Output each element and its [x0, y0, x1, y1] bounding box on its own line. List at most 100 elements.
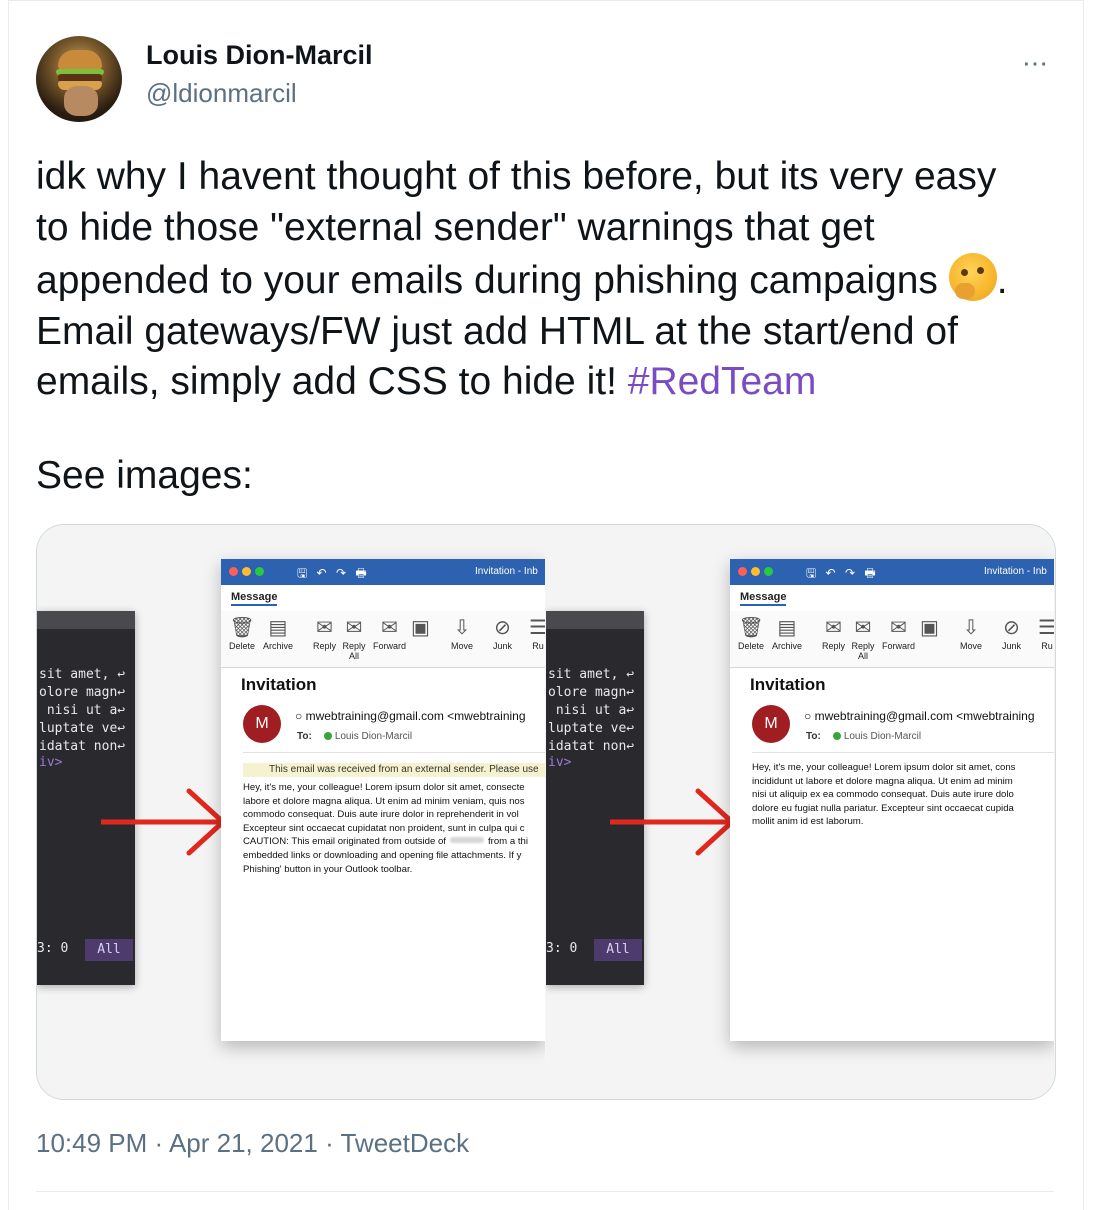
tweet-line: Email gateways/FW just add HTML at the s…: [36, 309, 958, 353]
forward-icon: ✉: [381, 617, 398, 639]
junk-button[interactable]: ⊘ Junk: [493, 615, 512, 651]
terminal-line: idatat non↩: [548, 739, 635, 754]
sender-avatar: M: [243, 705, 281, 743]
tweet-line-text: emails, simply add CSS to hide it!: [36, 360, 617, 403]
tweet-line: appended to your emails during phishing …: [36, 253, 1066, 307]
terminal-line: nisi ut a↩: [39, 703, 126, 718]
tweet-media-image[interactable]: sit amet, ↩ olore magn↩ nisi ut a↩ lupta…: [36, 524, 1056, 1100]
thinking-face-emoji: [948, 253, 997, 301]
terminal-status-left: 3: 0: [37, 941, 69, 956]
junk-icon: ⊘: [1003, 617, 1020, 639]
archive-button[interactable]: ▤ Archive: [263, 615, 293, 651]
email-subject: Invitation: [750, 675, 826, 694]
recipient-name[interactable]: Louis Dion-Marcil: [844, 731, 921, 742]
archive-icon: ▤: [777, 617, 797, 639]
window-title: Invitation - Inb: [475, 566, 538, 577]
after-screenshot-panel: sit amet, ↩ olore magn↩ nisi ut a↩ lupta…: [546, 525, 1054, 1099]
external-sender-warning-banner: This email was received from an external…: [243, 763, 545, 777]
sender-address[interactable]: ○ mwebtraining@gmail.com <mwebtraining: [804, 709, 1035, 723]
window-title: Invitation - Inb: [984, 566, 1047, 577]
outlook-window-with-warning: 🖫 ↶ ↷ 🖶 Invitation - Inb Message 🗑 Delete…: [221, 559, 545, 1041]
terminal-line: iv>: [548, 755, 572, 770]
reply-all-icon: ✉: [854, 617, 872, 639]
archive-button[interactable]: ▤ Archive: [772, 615, 802, 651]
see-images-text: See images:: [36, 454, 253, 497]
tweet-line-text: appended to your emails during phishing …: [36, 259, 938, 302]
attachment-icon: ▣: [920, 617, 939, 639]
reply-all-button[interactable]: ✉ Reply All: [341, 615, 367, 661]
delete-button[interactable]: 🗑 Delete: [738, 615, 764, 651]
move-button[interactable]: ⇩ Move: [960, 615, 982, 651]
red-arrow-icon: [610, 788, 735, 856]
rules-icon: ☰: [529, 615, 545, 641]
tweet-line: idk why I havent thought of this before,…: [36, 155, 997, 198]
rules-button[interactable]: ☰Ru: [529, 615, 545, 651]
tab-message[interactable]: Message: [740, 591, 787, 606]
quick-access-icons[interactable]: 🖫 ↶ ↷ 🖶: [806, 564, 879, 585]
author-avatar[interactable]: [36, 36, 122, 122]
attachment-button[interactable]: ▣: [411, 615, 430, 641]
delete-button[interactable]: 🗑 Delete: [229, 615, 255, 651]
outlook-window-warning-hidden: 🖫 ↶ ↷ 🖶 Invitation - Inb Message 🗑 Delete…: [730, 559, 1054, 1041]
move-icon: ⇩: [962, 617, 980, 639]
forward-button[interactable]: ✉ Forward: [882, 615, 915, 651]
terminal-line: idatat non↩: [39, 739, 126, 754]
recipient-name[interactable]: Louis Dion-Marcil: [335, 731, 412, 742]
terminal-status-left: 3: 0: [546, 941, 578, 956]
ribbon-toolbar: 🗑 Delete ▤ Archive ✉ Reply ✉ Reply All ✉ Forw…: [730, 611, 1054, 668]
more-options-icon[interactable]: ⋯: [1022, 48, 1049, 79]
reply-button[interactable]: ✉ Reply: [822, 615, 845, 651]
tweet-timestamp[interactable]: 10:49 PM · Apr 21, 2021 · TweetDeck: [36, 1128, 469, 1159]
terminal-line: sit amet, ↩: [39, 667, 126, 682]
ribbon-toolbar: 🗑 Delete ▤ Archive ✉ Reply ✉ Reply All ✉ Forw…: [221, 611, 545, 668]
recipient-line: To: Louis Dion-Marcil: [806, 731, 922, 742]
reply-button[interactable]: ✉ Reply: [313, 615, 336, 651]
author-name[interactable]: Louis Dion-Marcil: [146, 40, 373, 71]
quick-access-icons[interactable]: 🖫 ↶ ↷ 🖶: [297, 564, 370, 585]
reply-all-icon: ✉: [345, 617, 363, 639]
terminal-line: nisi ut a↩: [548, 703, 635, 718]
hashtag-link[interactable]: #RedTeam: [628, 360, 817, 403]
attachment-icon: ▣: [411, 617, 430, 639]
terminal-line: luptate ve↩: [39, 721, 126, 736]
author-handle[interactable]: @ldionmarcil: [146, 78, 297, 109]
junk-button[interactable]: ⊘ Junk: [1002, 615, 1021, 651]
terminal-status-bar: 3: 0 All: [37, 939, 135, 961]
outlook-titlebar: 🖫 ↶ ↷ 🖶 Invitation - Inb: [730, 559, 1054, 585]
email-body: Hey, it's me, your colleague! Lorem ipsu…: [752, 762, 1016, 828]
attachment-button[interactable]: ▣: [920, 615, 939, 641]
terminal-line: sit amet, ↩: [548, 667, 635, 682]
presence-icon: [323, 732, 332, 740]
rules-icon: ☰: [1038, 615, 1054, 641]
rules-button[interactable]: ☰Ru: [1038, 615, 1054, 651]
trash-icon: 🗑: [738, 617, 764, 639]
terminal-status-right: All: [85, 939, 133, 961]
presence-icon: [832, 732, 841, 740]
tab-message[interactable]: Message: [231, 591, 278, 606]
tweet-text: idk why I havent thought of this before,…: [36, 152, 1066, 408]
junk-icon: ⊘: [494, 617, 511, 639]
before-screenshot-panel: sit amet, ↩ olore magn↩ nisi ut a↩ lupta…: [37, 525, 545, 1099]
email-body: Hey, it's me, your colleague! Lorem ipsu…: [243, 782, 528, 875]
trash-icon: 🗑: [229, 617, 255, 639]
terminal-line: iv>: [39, 755, 63, 770]
reply-icon: ✉: [825, 617, 842, 639]
outlook-titlebar: 🖫 ↶ ↷ 🖶 Invitation - Inb: [221, 559, 545, 585]
move-button[interactable]: ⇩ Move: [451, 615, 473, 651]
terminal-status-bar: 3: 0 All: [546, 939, 644, 961]
sender-address[interactable]: ○ mwebtraining@gmail.com <mwebtraining: [295, 709, 526, 723]
recipient-line: To: Louis Dion-Marcil: [297, 731, 413, 742]
terminal-status-right: All: [594, 939, 642, 961]
reply-all-button[interactable]: ✉ Reply All: [850, 615, 876, 661]
forward-button[interactable]: ✉ Forward: [373, 615, 406, 651]
archive-icon: ▤: [268, 617, 288, 639]
reply-icon: ✉: [316, 617, 333, 639]
terminal-line: olore magn↩: [548, 685, 635, 700]
tweet-punctuation: .: [996, 259, 1008, 302]
tweet-line: to hide those "external sender" warnings…: [36, 205, 875, 249]
red-arrow-icon: [101, 788, 226, 856]
sender-avatar: M: [752, 705, 790, 743]
redacted-text: [449, 837, 484, 844]
move-icon: ⇩: [453, 617, 471, 639]
email-subject: Invitation: [241, 675, 317, 694]
